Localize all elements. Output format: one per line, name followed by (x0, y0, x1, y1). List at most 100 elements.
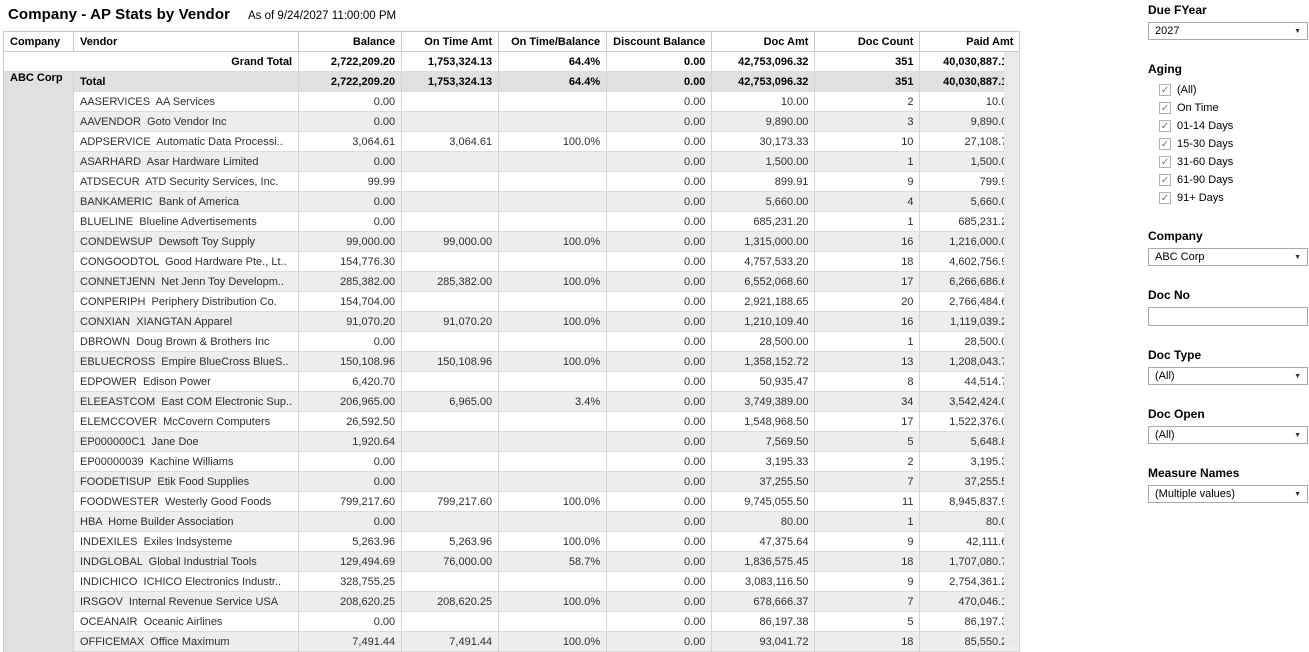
vendor-cell[interactable]: ATDSECUR ATD Security Services, Inc. (74, 172, 299, 192)
value-cell[interactable]: 42,753,096.32 (712, 52, 815, 72)
vendor-cell[interactable]: INDGLOBAL Global Industrial Tools (74, 552, 299, 572)
column-header[interactable]: Paid Amt (920, 32, 1020, 52)
value-cell[interactable]: 13 (815, 352, 920, 372)
grand-total-label[interactable]: Grand Total (4, 52, 299, 72)
value-cell[interactable]: 76,000.00 (402, 552, 499, 572)
value-cell[interactable]: 100.0% (499, 312, 607, 332)
value-cell[interactable]: 150,108.96 (402, 352, 499, 372)
value-cell[interactable]: 7,569.50 (712, 432, 815, 452)
value-cell[interactable]: 3 (815, 112, 920, 132)
value-cell[interactable]: 93,041.72 (712, 632, 815, 652)
value-cell[interactable]: 100.0% (499, 492, 607, 512)
column-header[interactable]: On Time/Balance (499, 32, 607, 52)
value-cell[interactable]: 7,491.44 (402, 632, 499, 652)
value-cell[interactable]: 16 (815, 312, 920, 332)
value-cell[interactable]: 100.0% (499, 132, 607, 152)
value-cell[interactable] (499, 452, 607, 472)
value-cell[interactable]: 18 (815, 632, 920, 652)
value-cell[interactable]: 99,000.00 (299, 232, 402, 252)
value-cell[interactable]: 3,064.61 (402, 132, 499, 152)
value-cell[interactable]: 5,263.96 (299, 532, 402, 552)
value-cell[interactable] (499, 612, 607, 632)
value-cell[interactable]: 0.00 (607, 632, 712, 652)
checkbox-checkmark-icon[interactable]: ✓ (1159, 174, 1171, 186)
value-cell[interactable]: 18 (815, 252, 920, 272)
value-cell[interactable]: 1,358,152.72 (712, 352, 815, 372)
aging-option[interactable]: ✓(All) (1148, 81, 1308, 99)
value-cell[interactable]: 6,420.70 (299, 372, 402, 392)
vendor-cell[interactable]: OFFICEMAX Office Maximum (74, 632, 299, 652)
column-header[interactable]: Doc Count (815, 32, 920, 52)
value-cell[interactable]: 100.0% (499, 592, 607, 612)
value-cell[interactable]: 30,173.33 (712, 132, 815, 152)
value-cell[interactable] (402, 572, 499, 592)
value-cell[interactable]: 2,722,209.20 (299, 72, 402, 92)
checkbox-checkmark-icon[interactable]: ✓ (1159, 102, 1171, 114)
value-cell[interactable]: 0.00 (299, 152, 402, 172)
vendor-cell[interactable]: BANKAMERIC Bank of America (74, 192, 299, 212)
checkbox-checkmark-icon[interactable]: ✓ (1159, 120, 1171, 132)
value-cell[interactable]: 80.00 (712, 512, 815, 532)
value-cell[interactable]: 0.00 (607, 192, 712, 212)
value-cell[interactable]: 9,890.00 (712, 112, 815, 132)
value-cell[interactable]: 799,217.60 (402, 492, 499, 512)
vendor-cell[interactable]: INDICHICO ICHICO Electronics Industr.. (74, 572, 299, 592)
value-cell[interactable]: 0.00 (607, 352, 712, 372)
value-cell[interactable]: 100.0% (499, 272, 607, 292)
column-header[interactable]: On Time Amt (402, 32, 499, 52)
value-cell[interactable]: 0.00 (607, 452, 712, 472)
value-cell[interactable]: 0.00 (607, 392, 712, 412)
value-cell[interactable]: 0.00 (299, 112, 402, 132)
value-cell[interactable]: 86,197.38 (712, 612, 815, 632)
value-cell[interactable] (499, 332, 607, 352)
value-cell[interactable] (499, 412, 607, 432)
vendor-cell[interactable]: FOODETISUP Etik Food Supplies (74, 472, 299, 492)
value-cell[interactable]: 9 (815, 572, 920, 592)
value-cell[interactable]: 5,263.96 (402, 532, 499, 552)
value-cell[interactable]: 2 (815, 92, 920, 112)
value-cell[interactable] (402, 412, 499, 432)
aging-option[interactable]: ✓15-30 Days (1148, 135, 1308, 153)
value-cell[interactable] (402, 112, 499, 132)
vendor-cell[interactable]: EDPOWER Edison Power (74, 372, 299, 392)
value-cell[interactable]: 58.7% (499, 552, 607, 572)
column-header[interactable]: Balance (299, 32, 402, 52)
value-cell[interactable]: 2,921,188.65 (712, 292, 815, 312)
value-cell[interactable]: 0.00 (607, 532, 712, 552)
value-cell[interactable]: 154,776.30 (299, 252, 402, 272)
value-cell[interactable]: 1 (815, 152, 920, 172)
value-cell[interactable]: 9,745,055.50 (712, 492, 815, 512)
value-cell[interactable] (402, 452, 499, 472)
value-cell[interactable]: 5 (815, 432, 920, 452)
vendor-cell[interactable]: CONNETJENN Net Jenn Toy Developm.. (74, 272, 299, 292)
value-cell[interactable]: 685,231.20 (712, 212, 815, 232)
value-cell[interactable] (499, 472, 607, 492)
value-cell[interactable]: 351 (815, 72, 920, 92)
value-cell[interactable]: 9 (815, 532, 920, 552)
value-cell[interactable]: 0.00 (607, 112, 712, 132)
vendor-cell[interactable]: OCEANAIR Oceanic Airlines (74, 612, 299, 632)
value-cell[interactable] (402, 512, 499, 532)
value-cell[interactable] (402, 252, 499, 272)
value-cell[interactable]: 99.99 (299, 172, 402, 192)
value-cell[interactable]: 0.00 (607, 312, 712, 332)
value-cell[interactable]: 206,965.00 (299, 392, 402, 412)
value-cell[interactable] (499, 112, 607, 132)
value-cell[interactable] (402, 212, 499, 232)
vendor-cell[interactable]: ELEMCCOVER McCovern Computers (74, 412, 299, 432)
value-cell[interactable]: 678,666.37 (712, 592, 815, 612)
value-cell[interactable]: 8 (815, 372, 920, 392)
value-cell[interactable]: 0.00 (299, 212, 402, 232)
column-header[interactable]: Vendor (74, 32, 299, 52)
value-cell[interactable]: 64.4% (499, 72, 607, 92)
value-cell[interactable]: 1 (815, 512, 920, 532)
value-cell[interactable]: 0.00 (299, 612, 402, 632)
value-cell[interactable] (402, 372, 499, 392)
value-cell[interactable]: 17 (815, 412, 920, 432)
value-cell[interactable] (402, 472, 499, 492)
value-cell[interactable]: 64.4% (499, 52, 607, 72)
value-cell[interactable]: 6,965.00 (402, 392, 499, 412)
vendor-cell[interactable]: BLUELINE Blueline Advertisements (74, 212, 299, 232)
value-cell[interactable]: 1,315,000.00 (712, 232, 815, 252)
value-cell[interactable]: 0.00 (607, 152, 712, 172)
